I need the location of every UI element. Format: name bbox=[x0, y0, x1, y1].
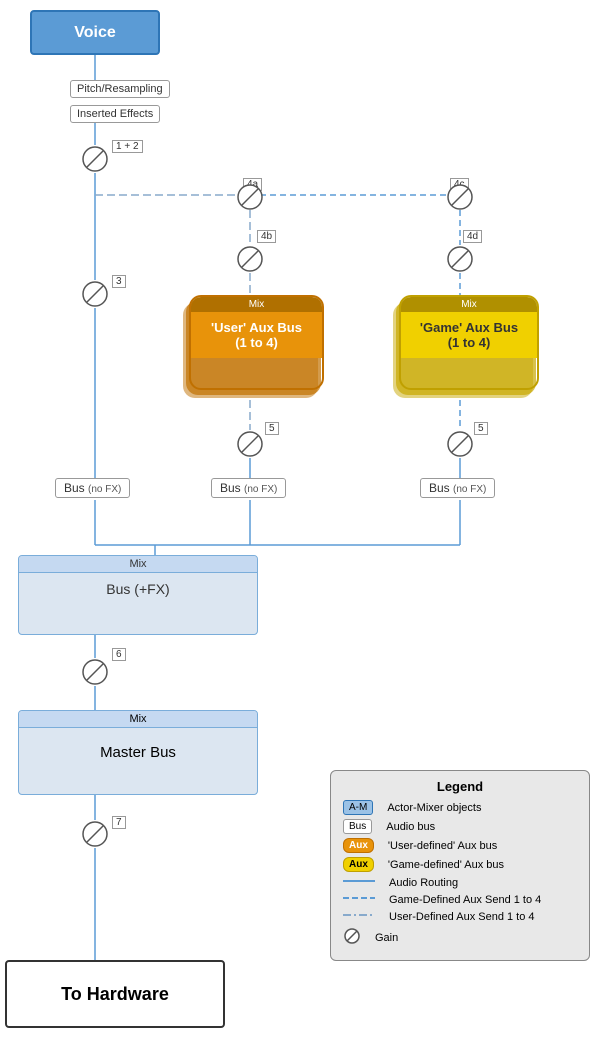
gain-5-user bbox=[236, 430, 264, 458]
legend-swatch-bus: Bus bbox=[343, 819, 372, 834]
num-label-7: 7 bbox=[112, 816, 126, 829]
num-label-5b: 5 bbox=[474, 422, 488, 435]
legend-label-aux-orange: 'User-defined' Aux bus bbox=[388, 840, 497, 852]
master-bus-content: Master Bus bbox=[19, 728, 257, 777]
legend-row-gain: Gain bbox=[343, 927, 577, 948]
mix-bus-plus-fx: Mix Bus (+FX) bbox=[18, 555, 258, 635]
gain-5-game bbox=[446, 430, 474, 458]
to-hardware-box: To Hardware bbox=[5, 960, 225, 1028]
num-label-4b: 4b bbox=[257, 230, 276, 243]
master-bus-box: Mix Master Bus bbox=[18, 710, 258, 795]
inserted-effects-box: Inserted Effects bbox=[70, 105, 160, 123]
legend-row-game-aux-send: Game-Defined Aux Send 1 to 4 bbox=[343, 893, 577, 906]
bus-no-fx-game: Bus (no FX) bbox=[420, 478, 495, 498]
legend-label-aux-yellow: 'Game-defined' Aux bus bbox=[388, 859, 504, 871]
num-label-1-2: 1 + 2 bbox=[112, 140, 143, 153]
legend-label-am: Actor-Mixer objects bbox=[387, 802, 481, 814]
bus-no-fx-user: Bus (no FX) bbox=[211, 478, 286, 498]
pitch-resampling-box: Pitch/Resampling bbox=[70, 80, 170, 98]
legend-label-bus: Audio bus bbox=[386, 821, 435, 833]
legend-swatch-gain bbox=[343, 927, 361, 948]
num-label-4d: 4d bbox=[463, 230, 482, 243]
gain-1-2 bbox=[81, 145, 109, 173]
legend-row-aux-yellow: Aux 'Game-defined' Aux bus bbox=[343, 857, 577, 872]
gain-4c bbox=[446, 183, 474, 211]
diagram: Voice Pitch/Resampling Inserted Effects … bbox=[0, 0, 611, 1038]
gain-7 bbox=[81, 820, 109, 848]
legend-swatch-aux-orange: Aux bbox=[343, 838, 374, 853]
legend-row-am: A-M Actor-Mixer objects bbox=[343, 800, 577, 815]
num-label-3: 3 bbox=[112, 275, 126, 288]
num-label-5a: 5 bbox=[265, 422, 279, 435]
mix-bus-content: Bus (+FX) bbox=[19, 573, 257, 605]
legend-row-bus: Bus Audio bus bbox=[343, 819, 577, 834]
legend-row-aux-orange: Aux 'User-defined' Aux bus bbox=[343, 838, 577, 853]
gain-4b bbox=[236, 245, 264, 273]
bus-no-fx-left: Bus (no FX) bbox=[55, 478, 130, 498]
master-bus-mix-label: Mix bbox=[19, 711, 257, 728]
legend-swatch-am: A-M bbox=[343, 800, 373, 815]
legend-label-audio-routing: Audio Routing bbox=[389, 877, 458, 889]
gain-3 bbox=[81, 280, 109, 308]
legend-label-gain: Gain bbox=[375, 932, 398, 944]
legend-box: Legend A-M Actor-Mixer objects Bus Audio… bbox=[330, 770, 590, 961]
legend-row-user-aux-send: User-Defined Aux Send 1 to 4 bbox=[343, 910, 577, 923]
user-aux-card: Mix 'User' Aux Bus (1 to 4) bbox=[189, 295, 324, 390]
legend-label-game-aux-send: Game-Defined Aux Send 1 to 4 bbox=[389, 894, 541, 906]
to-hardware-label: To Hardware bbox=[61, 984, 169, 1005]
legend-title: Legend bbox=[343, 779, 577, 794]
voice-label: Voice bbox=[74, 24, 116, 42]
legend-label-user-aux-send: User-Defined Aux Send 1 to 4 bbox=[389, 911, 535, 923]
voice-box: Voice bbox=[30, 10, 160, 55]
legend-row-audio-routing: Audio Routing bbox=[343, 876, 577, 889]
mix-bus-mix-label: Mix bbox=[19, 556, 257, 573]
gain-4d bbox=[446, 245, 474, 273]
legend-swatch-dashdot-line bbox=[343, 910, 375, 923]
legend-swatch-dashed-line bbox=[343, 893, 375, 906]
gain-4a bbox=[236, 183, 264, 211]
num-label-6: 6 bbox=[112, 648, 126, 661]
gain-6 bbox=[81, 658, 109, 686]
game-aux-card: Mix 'Game' Aux Bus (1 to 4) bbox=[399, 295, 539, 390]
legend-swatch-solid-line bbox=[343, 876, 375, 889]
legend-swatch-aux-yellow: Aux bbox=[343, 857, 374, 872]
